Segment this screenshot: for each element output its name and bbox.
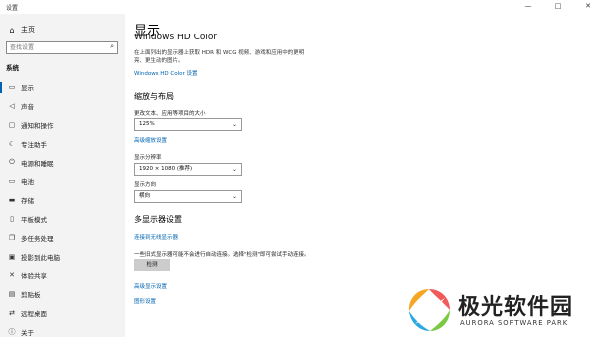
battery-icon: ▭ [8, 177, 16, 186]
sidebar-item-label: 多任务处理 [21, 234, 54, 243]
sidebar-item-label: 通知和操作 [21, 121, 54, 130]
sidebar-item-label: 存储 [21, 197, 34, 206]
power-icon: ⏻ [9, 158, 15, 167]
wireless-display-link[interactable]: 连接到无线显示器 [134, 233, 178, 241]
sidebar: ⌂ 主页 ⌕ 系统 ▭ 显示 ◁ 声音 ▢ 通知和操作 ☾ 专注助手 ⏻ 电源和睡眠 ▭ 电… [0, 14, 125, 337]
sidebar-item-label: 投影到此电脑 [21, 253, 60, 262]
sidebar-item-about[interactable]: ⓘ 关于 [0, 322, 125, 337]
remote-icon: ⇄ [9, 308, 15, 317]
sidebar-item-label: 关于 [21, 328, 34, 337]
search-input[interactable] [10, 43, 102, 52]
sidebar-item-focus-assist[interactable]: ☾ 专注助手 [0, 134, 125, 153]
aurora-logo-icon [406, 287, 452, 333]
sidebar-item-battery[interactable]: ▭ 电池 [0, 172, 125, 191]
resolution-dropdown[interactable]: 1920 × 1080 (推荐) ⌄ [134, 163, 242, 176]
multi-display-heading: 多显示器设置 [134, 215, 182, 224]
sidebar-item-label: 电池 [21, 178, 34, 187]
sidebar-item-label: 远程桌面 [21, 309, 47, 318]
sidebar-item-label: 剪贴板 [21, 291, 41, 300]
sidebar-item-display[interactable]: ▭ 显示 [0, 78, 125, 97]
notification-icon: ▢ [8, 120, 16, 129]
scale-label: 更改文本、应用等项目的大小 [134, 111, 206, 117]
monitor-icon: ▭ [8, 83, 16, 92]
project-icon: ▣ [8, 252, 16, 261]
sidebar-item-sound[interactable]: ◁ 声音 [0, 97, 125, 116]
sidebar-item-label: 体验共享 [21, 272, 47, 281]
detect-description: 一些旧式显示器可能不会进行自动连接。选择"检测"即可尝试手动连接。 [134, 252, 310, 258]
share-icon: ✕ [9, 271, 15, 280]
scale-value: 125% [139, 121, 155, 127]
sidebar-item-notifications[interactable]: ▢ 通知和操作 [0, 116, 125, 135]
advanced-display-link[interactable]: 高级显示设置 [134, 282, 167, 290]
home-label: 主页 [21, 26, 35, 34]
moon-icon: ☾ [8, 139, 16, 148]
search-icon[interactable]: ⌕ [110, 42, 114, 51]
sidebar-item-label: 声音 [21, 103, 34, 112]
orientation-dropdown[interactable]: 横向 ⌄ [134, 190, 242, 203]
sidebar-item-remote-desktop[interactable]: ⇄ 远程桌面 [0, 304, 125, 323]
maximize-button[interactable]: □ [546, 0, 570, 12]
chevron-down-icon: ⌄ [231, 166, 237, 173]
close-button[interactable]: ✕ [576, 0, 600, 12]
watermark: 极光软件园 AURORA SOFTWARE PARK [405, 286, 595, 334]
chevron-down-icon: ⌄ [231, 121, 237, 128]
hdr-heading: Windows HD Color [134, 34, 218, 42]
clipboard-icon: ▤ [8, 290, 16, 299]
home-icon: ⌂ [9, 25, 15, 35]
graphics-settings-link[interactable]: 图形设置 [134, 297, 156, 305]
storage-icon: ▬ [8, 196, 16, 205]
sidebar-nav: ▭ 显示 ◁ 声音 ▢ 通知和操作 ☾ 专注助手 ⏻ 电源和睡眠 ▭ 电池 ▬ 存储 ▯ 平板模… [0, 78, 125, 337]
sidebar-item-label: 显示 [21, 84, 34, 93]
sidebar-item-projecting[interactable]: ▣ 投影到此电脑 [0, 247, 125, 266]
advanced-scaling-link[interactable]: 高级缩放设置 [134, 136, 167, 144]
watermark-name: 极光软件园 [458, 295, 574, 320]
sidebar-item-power[interactable]: ⏻ 电源和睡眠 [0, 153, 125, 172]
title-bar: 设置 — □ ✕ [0, 0, 600, 14]
minimize-button[interactable]: — [516, 0, 540, 12]
resolution-label: 显示分辨率 [134, 155, 162, 161]
orientation-label: 显示方向 [134, 182, 157, 188]
sidebar-home[interactable]: ⌂ 主页 [7, 24, 35, 36]
resolution-value: 1920 × 1080 (推荐) [139, 166, 193, 172]
scale-dropdown[interactable]: 125% ⌄ [134, 118, 242, 131]
sidebar-item-multitasking[interactable]: ❐ 多任务处理 [0, 228, 125, 247]
sidebar-item-storage[interactable]: ▬ 存储 [0, 191, 125, 210]
detect-button[interactable]: 检测 [134, 259, 170, 271]
watermark-subtitle: AURORA SOFTWARE PARK [460, 319, 569, 327]
window-title: 设置 [6, 5, 19, 12]
chevron-down-icon: ⌄ [231, 193, 237, 200]
info-icon: ⓘ [8, 327, 16, 336]
hdr-settings-link[interactable]: Windows HD Color 设置 [134, 69, 198, 77]
search-box[interactable]: ⌕ [6, 41, 118, 54]
section-label-system: 系统 [6, 64, 19, 72]
sidebar-item-label: 专注助手 [21, 140, 47, 149]
sidebar-item-tablet[interactable]: ▯ 平板模式 [0, 210, 125, 229]
sidebar-item-clipboard[interactable]: ▤ 剪贴板 [0, 285, 125, 304]
tablet-icon: ▯ [10, 214, 14, 223]
sidebar-item-label: 电源和睡眠 [21, 159, 54, 168]
sidebar-item-label: 平板模式 [21, 215, 47, 224]
sidebar-item-shared[interactable]: ✕ 体验共享 [0, 266, 125, 285]
speaker-icon: ◁ [9, 102, 15, 111]
orientation-value: 横向 [139, 193, 151, 199]
hdr-description: 在上面列出的显示器上获取 HDR 和 WCG 视频、游戏和应用中的更明亮、更生动… [134, 50, 305, 64]
scale-section-heading: 缩放与布局 [134, 92, 174, 101]
multitask-icon: ❐ [8, 233, 16, 242]
